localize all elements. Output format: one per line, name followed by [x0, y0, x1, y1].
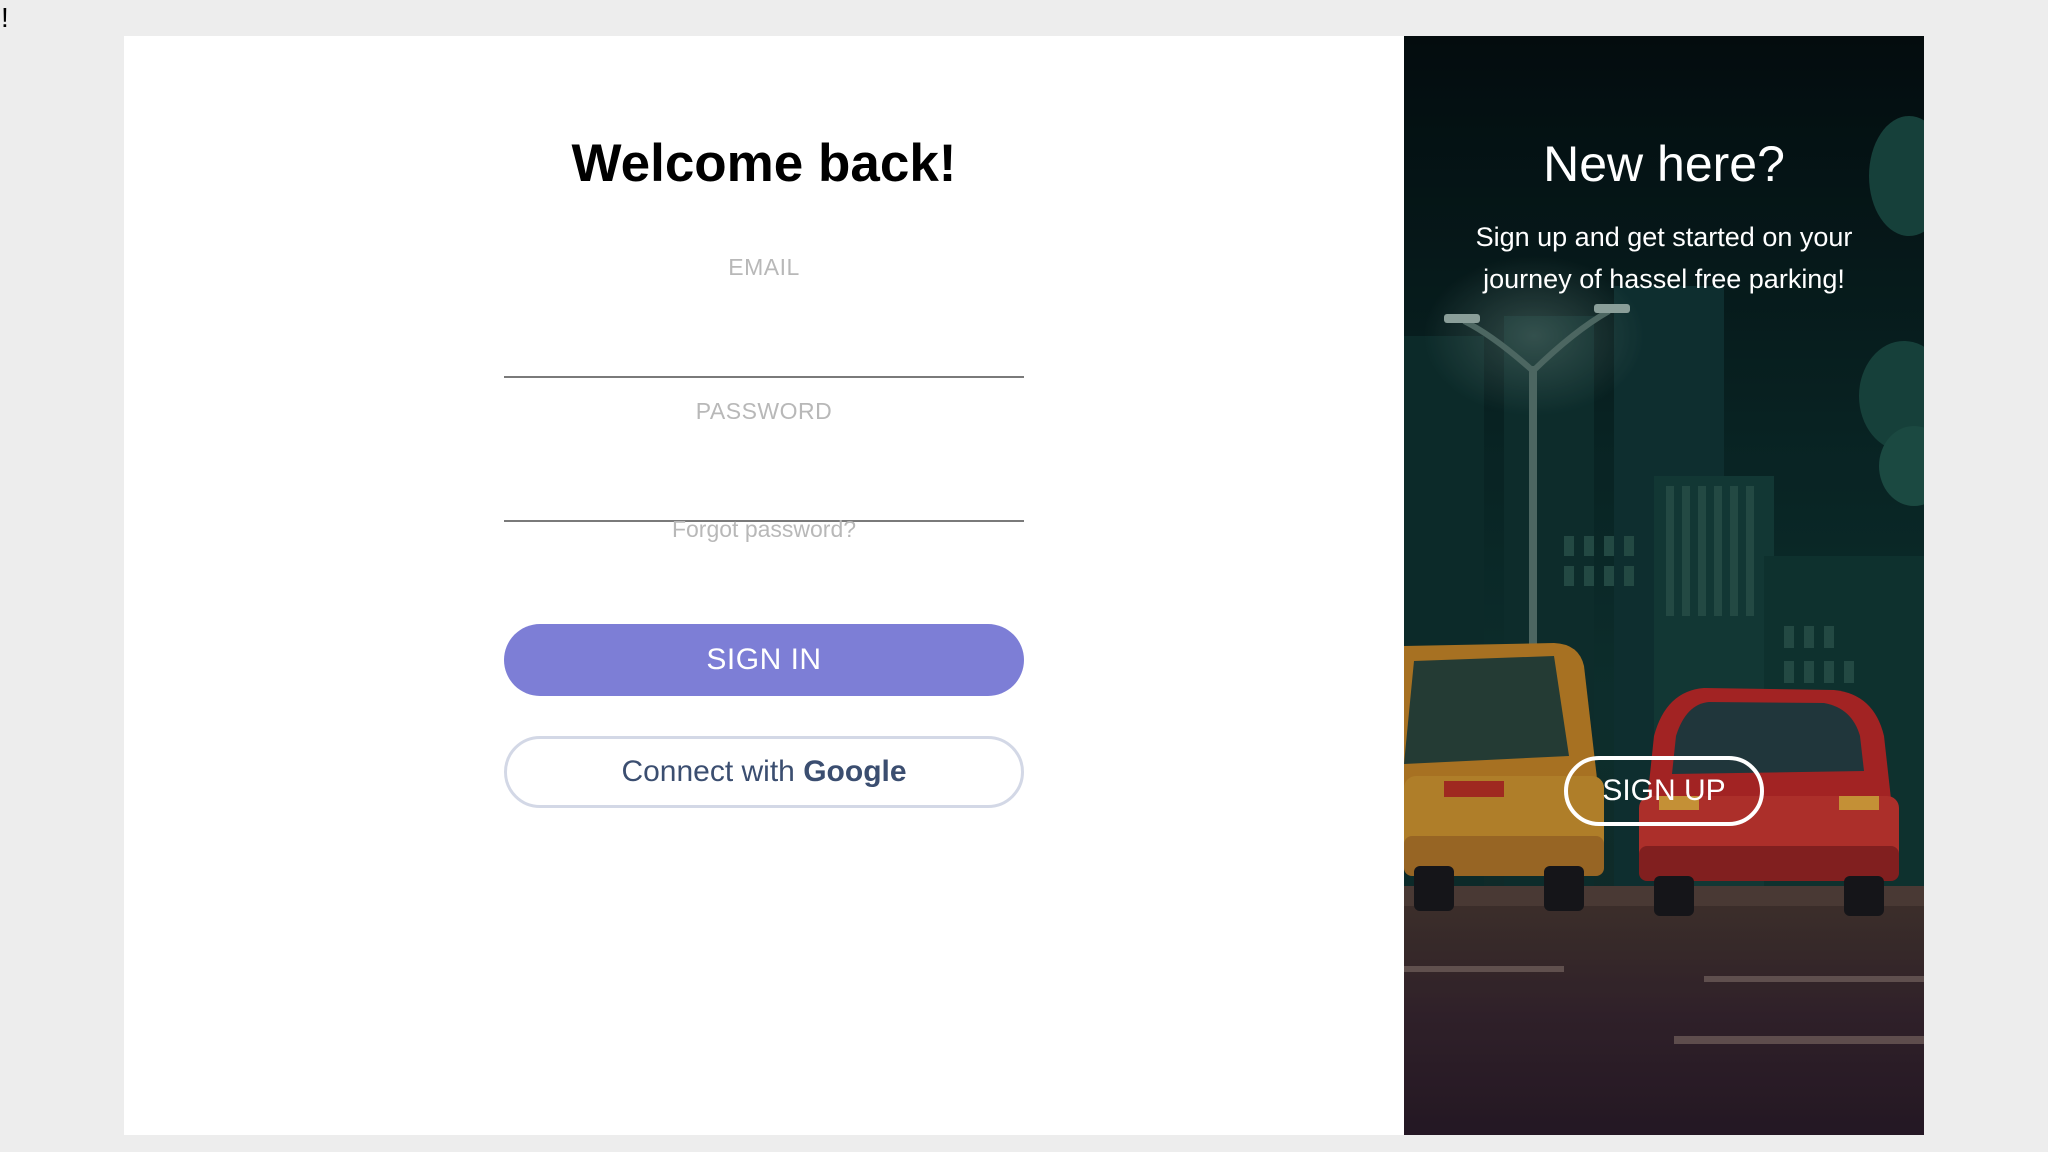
google-button-prefix: Connect with — [621, 755, 804, 788]
email-label: EMAIL — [728, 254, 800, 280]
stray-character: ! — [1, 2, 9, 33]
google-connect-button[interactable]: Connect with Google — [504, 736, 1024, 808]
parking-scene-illustration — [1404, 36, 1924, 1135]
email-field[interactable] — [504, 338, 1024, 378]
signin-panel: Welcome back! EMAIL PASSWORD Forgot pass… — [124, 36, 1404, 1135]
password-label: PASSWORD — [695, 398, 833, 424]
sign-up-button[interactable]: SIGN UP — [1564, 756, 1764, 826]
auth-card: Welcome back! EMAIL PASSWORD Forgot pass… — [124, 36, 1924, 1135]
sign-in-button[interactable]: SIGN IN — [504, 624, 1024, 696]
forgot-password-link[interactable]: Forgot password? — [504, 516, 1024, 543]
page-title: Welcome back! — [571, 134, 957, 193]
signup-title: New here? — [1543, 136, 1785, 192]
signup-panel: New here? Sign up and get started on you… — [1404, 36, 1924, 1135]
signup-description: Sign up and get started on your journey … — [1475, 222, 1853, 294]
google-brand-label: Google — [803, 755, 907, 788]
